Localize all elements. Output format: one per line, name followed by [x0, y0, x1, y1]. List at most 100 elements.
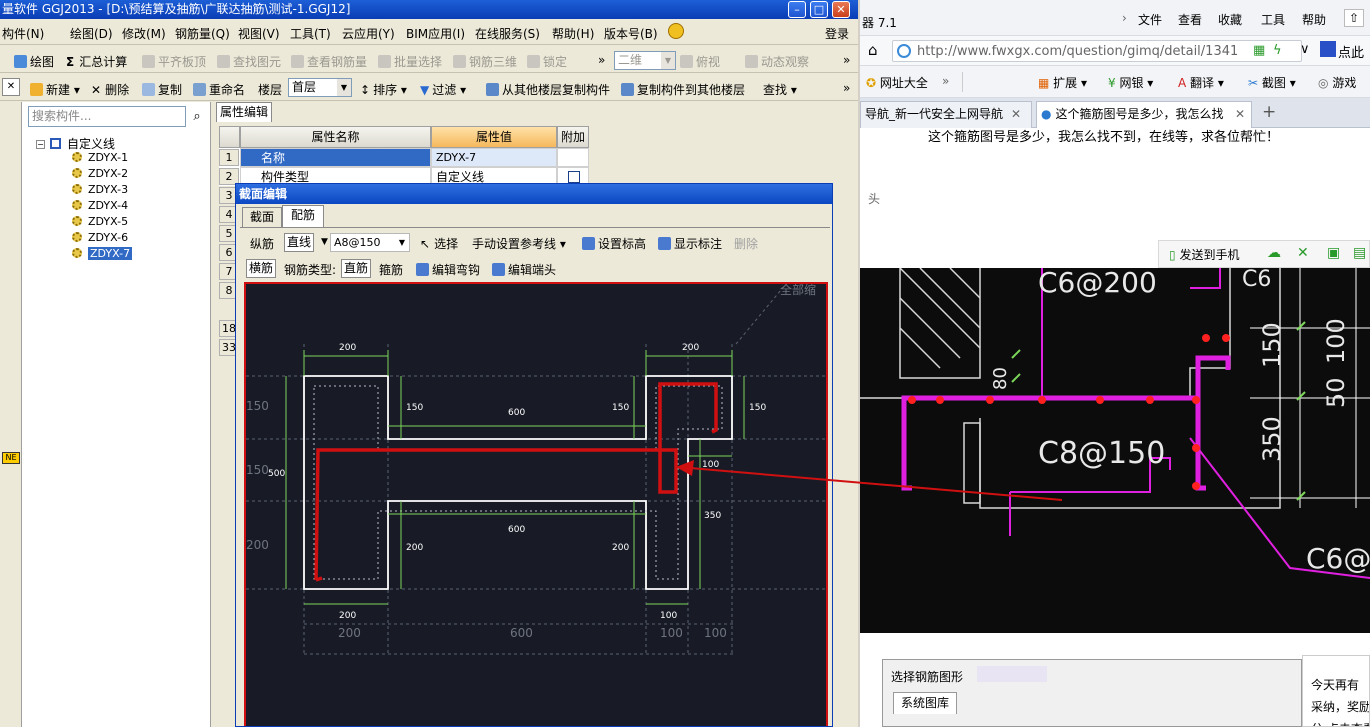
checkbox[interactable] [568, 171, 580, 183]
chevron-down-icon[interactable]: ▼ [321, 237, 328, 247]
search-engine-icon[interactable] [1320, 41, 1336, 57]
menu-online[interactable]: 在线服务(S) [475, 25, 540, 42]
fav-item[interactable]: ✂ 截图 ▾ [1248, 74, 1296, 91]
browser-menu-favorites[interactable]: 收藏 [1218, 11, 1242, 28]
menu-component[interactable]: 构件(N) [2, 25, 44, 42]
cloud-icon[interactable]: ☁ [1267, 245, 1281, 261]
login-link[interactable]: 登录 [825, 25, 849, 42]
tree-item[interactable]: ZDYX-4 [72, 199, 128, 212]
maximize-button[interactable]: □ [810, 1, 828, 18]
close-button[interactable]: ✕ [832, 1, 850, 18]
menu-help[interactable]: 帮助(H) [552, 25, 594, 42]
browser-menu-help[interactable]: 帮助 [1302, 11, 1326, 28]
pin-icon[interactable]: ⇧ [1344, 9, 1364, 27]
search-button[interactable]: 查找 ▾ [763, 81, 797, 98]
menu-version[interactable]: 版本号(B) [604, 25, 658, 42]
more-icon[interactable]: » [598, 53, 605, 67]
straight-rebar-button[interactable]: 直筋 [341, 259, 372, 278]
new-button[interactable]: 新建 ▾ [30, 81, 80, 98]
select-button[interactable]: ↖ 选择 [420, 235, 458, 252]
lock-button[interactable]: 锁定 [527, 53, 567, 70]
menu-rebar-qty[interactable]: 钢筋量(Q) [175, 25, 230, 42]
rebar-3d-button[interactable]: 钢筋三维 [453, 53, 517, 70]
home-icon[interactable]: ⌂ [868, 41, 878, 59]
fav-item[interactable]: ◎ 游戏 [1318, 74, 1356, 91]
property-name-cell[interactable]: 名称 [240, 148, 431, 167]
rebar-spec-select[interactable]: A8@150 ▼ [330, 233, 410, 252]
manual-ref-line-button[interactable]: 手动设置参考线 ▾ [472, 235, 566, 252]
helmet-icon[interactable] [668, 23, 684, 39]
set-elevation-button[interactable]: 设置标高 [582, 235, 646, 252]
menu-draw[interactable]: 绘图(D) [70, 25, 113, 42]
save-icon[interactable]: ▣ [1327, 245, 1340, 261]
chevron-down-icon[interactable]: ∨ [1300, 42, 1310, 57]
rename-button[interactable]: 重命名 [193, 81, 245, 98]
menu-cloud[interactable]: 云应用(Y) [342, 25, 395, 42]
expand-icon[interactable]: ✕ [1297, 245, 1309, 261]
tree-item[interactable]: ZDYX-1 [72, 151, 128, 164]
view-mode-select[interactable]: 二维 ▼ [614, 51, 676, 70]
tree-root[interactable]: − 自定义线 [36, 135, 115, 152]
tree-item[interactable]: ZDYX-6 [72, 231, 128, 244]
more-icon[interactable]: » [843, 53, 850, 67]
tree-item[interactable]: ZDYX-2 [72, 167, 128, 180]
fav-item[interactable]: ¥ 网银 ▾ [1108, 74, 1153, 91]
tab-reinforcement[interactable]: 配筋 [282, 205, 324, 227]
component-search-input[interactable]: 搜索构件... [28, 106, 186, 127]
line-mode-button[interactable]: 直线 [284, 233, 315, 252]
fav-item[interactable]: ▦ 扩展 ▾ [1038, 74, 1087, 91]
section-canvas[interactable]: 200 200 600 600 500 150 150 150 200 200 … [244, 282, 828, 726]
qr-icon[interactable]: ▦ [1253, 43, 1265, 58]
new-tab-button[interactable]: + [1262, 102, 1276, 122]
menu-modify[interactable]: 修改(M) [122, 25, 166, 42]
browser-tab-active[interactable]: ● 这个箍筋图号是多少，我怎么找 ✕ [1036, 101, 1252, 128]
draw-button[interactable]: 绘图 [14, 53, 54, 70]
tree-item[interactable]: ZDYX-3 [72, 183, 128, 196]
delete-button[interactable]: 删除 [734, 235, 758, 252]
view-rebar-qty-button[interactable]: 查看钢筋量 [291, 53, 367, 70]
search-icon[interactable]: ⌕ [188, 108, 206, 126]
sum-calc-button[interactable]: Σ 汇总计算 [66, 53, 127, 70]
send-to-phone-button[interactable]: ▯ 发送到手机 [1169, 246, 1239, 263]
dynamic-view-button[interactable]: 动态观察 [745, 53, 809, 70]
close-panel-icon[interactable]: ✕ [2, 78, 20, 96]
search-shortcut[interactable]: 点此 [1338, 42, 1364, 61]
more-icon[interactable]: » [942, 74, 949, 88]
copy-to-floor-button[interactable]: 复制构件到其他楼层 [621, 81, 745, 98]
notify-link[interactable]: 分,点击查看 [1311, 718, 1369, 726]
url-field[interactable]: http://www.fwxgx.com/question/gimq/detai… [892, 40, 1302, 62]
floor-select[interactable]: 首层 ▼ [288, 78, 352, 97]
edit-end-button[interactable]: 编辑端头 [492, 261, 556, 278]
menu-view[interactable]: 视图(V) [238, 25, 280, 42]
tree-item-selected[interactable]: ZDYX-7 [72, 247, 133, 260]
top-view-button[interactable]: 俯视 [680, 53, 720, 70]
fav-item[interactable]: ✪ 网址大全 [866, 74, 928, 91]
horizontal-rebar-button[interactable]: 横筋 [246, 259, 277, 278]
tree-item[interactable]: ZDYX-5 [72, 215, 128, 228]
minimize-button[interactable]: – [788, 1, 806, 18]
show-dims-button[interactable]: 显示标注 [658, 235, 722, 252]
more-icon[interactable]: » [843, 81, 850, 95]
sort-button[interactable]: ↕ 排序 ▾ [360, 81, 407, 98]
collapse-icon[interactable]: − [36, 140, 45, 149]
menu-bim[interactable]: BIM应用(I) [406, 25, 465, 42]
browser-menu-view[interactable]: 查看 [1178, 11, 1202, 28]
edit-hook-button[interactable]: 编辑弯钩 [416, 261, 480, 278]
delete-button[interactable]: ✕ 删除 [91, 81, 129, 98]
browser-menu-tools[interactable]: 工具 [1261, 11, 1285, 28]
copy-from-floor-button[interactable]: 从其他楼层复制构件 [486, 81, 610, 98]
close-icon[interactable]: ✕ [1233, 102, 1246, 127]
copy-button[interactable]: 复制 [142, 81, 182, 98]
property-value-cell[interactable]: ZDYX-7 [431, 148, 557, 167]
tab-system-library[interactable]: 系统图库 [893, 692, 957, 714]
tab-section[interactable]: 截面 [242, 207, 282, 227]
fav-item[interactable]: A 翻译 ▾ [1178, 74, 1224, 91]
lightning-icon[interactable]: ϟ [1273, 43, 1282, 58]
batch-select-button[interactable]: 批量选择 [378, 53, 442, 70]
find-element-button[interactable]: 查找图元 [217, 53, 281, 70]
tab-property-edit[interactable]: 属性编辑 [216, 102, 272, 122]
stirrup-button[interactable]: 箍筋 [379, 261, 403, 278]
menu-tools[interactable]: 工具(T) [290, 25, 331, 42]
browser-menu-file[interactable]: 文件 [1138, 11, 1162, 28]
filter-button[interactable]: ▼ 过滤 ▾ [420, 81, 466, 98]
